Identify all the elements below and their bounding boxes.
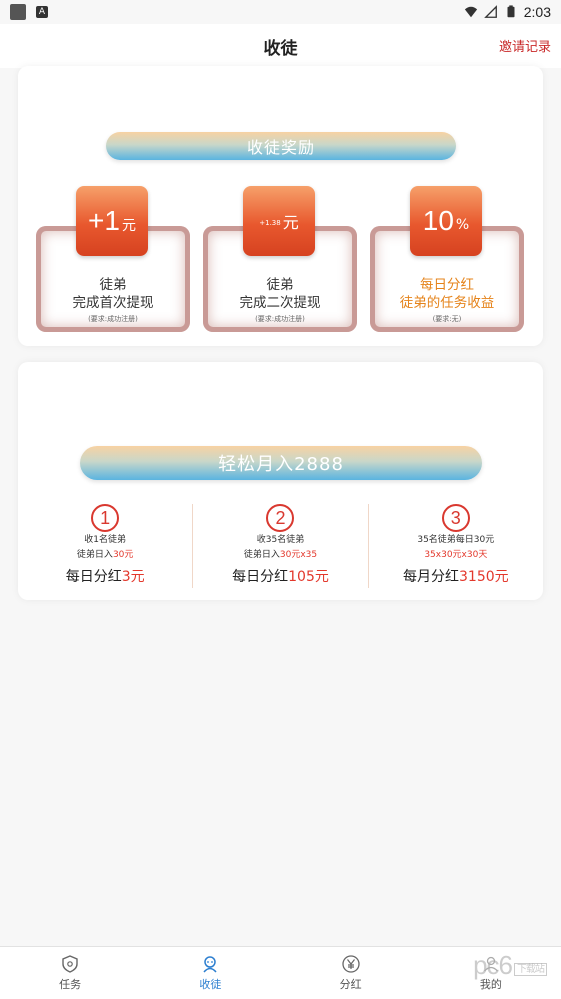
notification-square-icon (10, 4, 26, 20)
tab-tasks[interactable]: 任务 (0, 947, 140, 999)
step-formula: 35x30元x30天 (424, 550, 488, 560)
reward-requirement: (要求:成功注册) (88, 315, 138, 323)
shield-icon (62, 955, 78, 973)
invite-records-link[interactable]: 邀请记录 (499, 36, 551, 55)
income-section-title: 轻松月入2888 (80, 446, 482, 480)
reward-item-daily-dividend: 10% 每日分红 徒弟的任务收益 (要求:无) (370, 186, 524, 332)
income-step-1: 1 收1名徒弟 徒弟日入30元 每日分红3元 (18, 504, 192, 588)
tab-dividend[interactable]: 分红 (281, 947, 421, 999)
reward-requirement: (要求:成功注册) (255, 315, 305, 323)
step-desc: 35名徒弟每日30元 (417, 535, 495, 545)
reward-item-second-withdrawal: +1.38 元 徒弟 完成二次提现 (要求:成功注册) (203, 186, 357, 332)
clock: 2:03 (523, 4, 551, 20)
reward-requirement: (要求:无) (432, 315, 462, 323)
reward-item-first-withdrawal: +1 元 徒弟 完成首次提现 (要求:成功注册) (36, 186, 190, 332)
step-number: 2 (266, 504, 295, 532)
step-result: 每日分红105元 (232, 569, 329, 585)
reward-section-title: 收徒奖励 (106, 132, 456, 160)
step-desc: 收1名徒弟 (84, 535, 127, 545)
app-header: 收徒 邀请记录 (0, 24, 561, 68)
page-title: 收徒 (263, 38, 298, 59)
step-number: 3 (441, 504, 470, 532)
yen-icon (341, 955, 360, 973)
watermark: pc6 下载站 (473, 950, 547, 981)
reward-card: 收徒奖励 +1 元 徒弟 完成首次提现 (要求:成功注册) +1.38 元 徒弟 完… (18, 66, 543, 346)
reward-badge: +1.38 元 (243, 186, 315, 256)
step-formula: 徒弟日入30元x35 (243, 550, 318, 560)
app-notification-icon: A (36, 6, 48, 18)
step-result: 每日分红3元 (65, 569, 145, 585)
tab-label: 收徒 (199, 978, 222, 991)
tab-label: 分红 (339, 978, 362, 991)
apprentice-icon (203, 956, 217, 973)
income-step-3: 3 35名徒弟每日30元 35x30元x30天 每月分红3150元 (367, 504, 543, 588)
income-card: 轻松月入2888 1 收1名徒弟 徒弟日入30元 每日分红3元 2 收35名徒弟… (18, 362, 543, 600)
tab-apprentice[interactable]: 收徒 (140, 947, 280, 999)
reward-description: 每日分红 徒弟的任务收益 (399, 277, 495, 311)
reward-badge: 10% (410, 186, 482, 256)
step-result: 每月分红3150元 (403, 569, 509, 585)
income-step-2: 2 收35名徒弟 徒弟日入30元x35 每日分红105元 (192, 504, 367, 588)
reward-description: 徒弟 完成二次提现 (239, 277, 321, 311)
step-number: 1 (91, 504, 120, 532)
battery-icon (507, 5, 515, 18)
step-formula: 徒弟日入30元 (76, 550, 134, 560)
reward-description: 徒弟 完成首次提现 (72, 277, 154, 311)
tab-label: 任务 (59, 978, 82, 991)
wifi-icon (464, 6, 477, 18)
status-bar: A 2:03 (0, 0, 561, 24)
reward-badge: +1 元 (76, 186, 148, 256)
step-desc: 收35名徒弟 (256, 535, 305, 545)
income-steps: 1 收1名徒弟 徒弟日入30元 每日分红3元 2 收35名徒弟 徒弟日入30元x… (18, 504, 543, 588)
signal-icon (483, 5, 497, 18)
